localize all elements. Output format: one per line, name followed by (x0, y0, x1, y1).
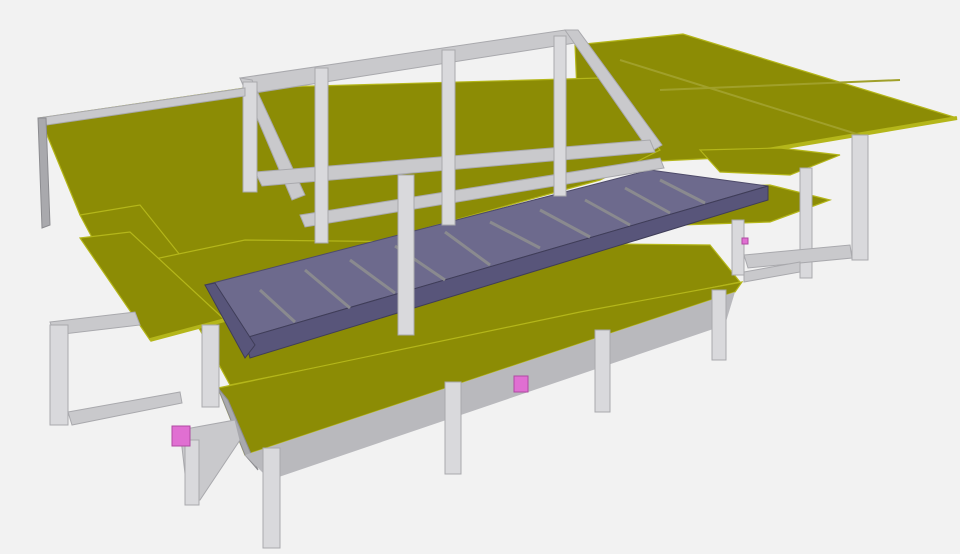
structural-model (37, 29, 958, 549)
connector-plate (171, 425, 191, 447)
connector-plate (741, 237, 749, 245)
right-column (851, 134, 869, 261)
front-column (444, 381, 462, 475)
right-column (731, 219, 745, 276)
front-column (594, 329, 611, 413)
front-column (262, 447, 281, 549)
right-floor-slab (698, 147, 841, 176)
frame-column (441, 49, 456, 226)
left-ground-column (184, 439, 200, 506)
frame-column (553, 35, 567, 197)
frame-column (397, 174, 415, 336)
front-column (711, 289, 727, 361)
front-column (201, 324, 220, 408)
frame-column (242, 81, 258, 193)
3d-model-viewport[interactable] (0, 0, 960, 554)
frame-column (314, 67, 329, 244)
connector-plate (513, 375, 529, 393)
left-ground-column (49, 324, 69, 426)
left-ground-beam (67, 391, 183, 426)
